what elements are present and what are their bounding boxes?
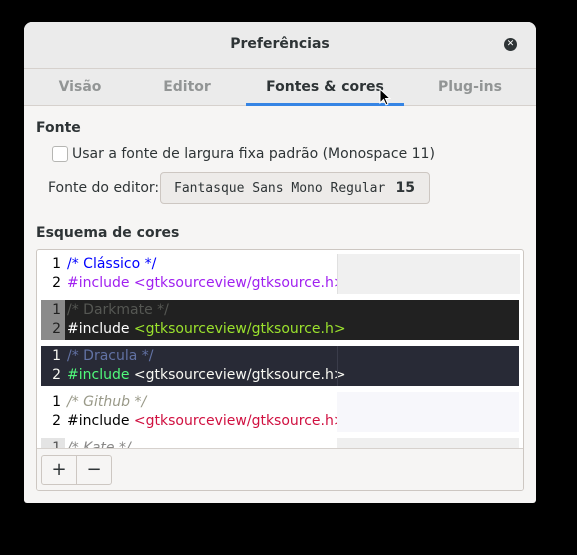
code-comment: /* Kate */ [67, 440, 131, 448]
code-comment: /* Darkmate */ [67, 302, 169, 318]
window-title: Preferências [230, 36, 330, 52]
line-gutter: 1 2 [41, 392, 65, 432]
editor-font-name: Fantasque Sans Mono Regular [174, 181, 386, 196]
tab-bar: Visão Editor Fontes & cores Plug-ins [24, 69, 536, 106]
line-number: 1 [52, 256, 61, 272]
code-comment: /* Dracula */ [67, 348, 154, 364]
tab-editor[interactable]: Editor [144, 69, 230, 105]
scheme-dracula[interactable]: 1 2 /* Dracula */ #include <gtksourcevie… [41, 346, 519, 386]
right-margin [337, 438, 519, 448]
titlebar: Preferências ✕ [24, 22, 536, 69]
scheme-classic[interactable]: 1 2 /* Clássico */ #include <gtksourcevi… [41, 254, 520, 294]
line-number: 1 [52, 348, 61, 364]
scheme-darkmate[interactable]: 1 2 /* Darkmate */ #include <gtksourcevi… [41, 300, 519, 340]
font-section-title: Fonte [36, 120, 81, 136]
code-include: #include <gtksourceview/gtksource.h> [67, 413, 346, 429]
line-number: 1 [52, 394, 61, 410]
remove-scheme-button[interactable]: − [76, 455, 112, 485]
code-include: #include <gtksourceview/gtksource.h> [67, 275, 346, 291]
scheme-kate[interactable]: 1 /* Kate */ [41, 438, 519, 448]
scheme-scroll-area[interactable]: 1 2 /* Clássico */ #include <gtksourcevi… [37, 250, 523, 448]
line-number: 2 [52, 367, 61, 383]
code-comment: /* Clássico */ [67, 256, 157, 272]
plus-icon: + [51, 459, 67, 480]
line-gutter: 1 [41, 438, 65, 448]
line-gutter: 1 2 [41, 346, 65, 386]
tab-plugins[interactable]: Plug-ins [426, 69, 514, 105]
editor-font-button[interactable]: Fantasque Sans Mono Regular 15 [160, 172, 430, 204]
line-gutter: 1 2 [41, 254, 65, 294]
line-number: 2 [52, 413, 61, 429]
line-number: 2 [52, 321, 61, 337]
editor-font-label: Fonte do editor: [48, 180, 160, 196]
tab-view[interactable]: Visão [37, 69, 123, 105]
mouse-cursor-icon [379, 88, 391, 106]
scheme-github[interactable]: 1 2 /* Github */ #include <gtksourceview… [41, 392, 519, 432]
default-font-checkbox-label[interactable]: Usar a fonte de largura fixa padrão (Mon… [72, 146, 435, 162]
color-scheme-section-title: Esquema de cores [36, 225, 180, 241]
add-scheme-button[interactable]: + [41, 455, 77, 485]
code-include: #include <gtksourceview/gtksource.h> [67, 367, 346, 383]
code-include: #include <gtksourceview/gtksource.h> [67, 321, 346, 337]
line-number: 1 [52, 440, 61, 448]
preferences-window: Preferências ✕ Visão Editor Fontes & cor… [24, 22, 536, 503]
right-margin [337, 346, 520, 386]
editor-font-size: 15 [395, 180, 415, 196]
scheme-toolbar: + − [37, 448, 523, 490]
right-margin [337, 392, 519, 432]
line-number: 1 [52, 302, 61, 318]
line-number: 2 [52, 275, 61, 291]
color-scheme-list: 1 2 /* Clássico */ #include <gtksourcevi… [36, 249, 524, 491]
minus-icon: − [86, 459, 102, 480]
line-gutter: 1 2 [41, 300, 65, 340]
default-font-checkbox[interactable] [52, 146, 68, 162]
code-comment: /* Github */ [67, 394, 147, 410]
close-icon: ✕ [506, 39, 515, 49]
close-button[interactable]: ✕ [504, 38, 517, 51]
right-margin [337, 254, 520, 294]
